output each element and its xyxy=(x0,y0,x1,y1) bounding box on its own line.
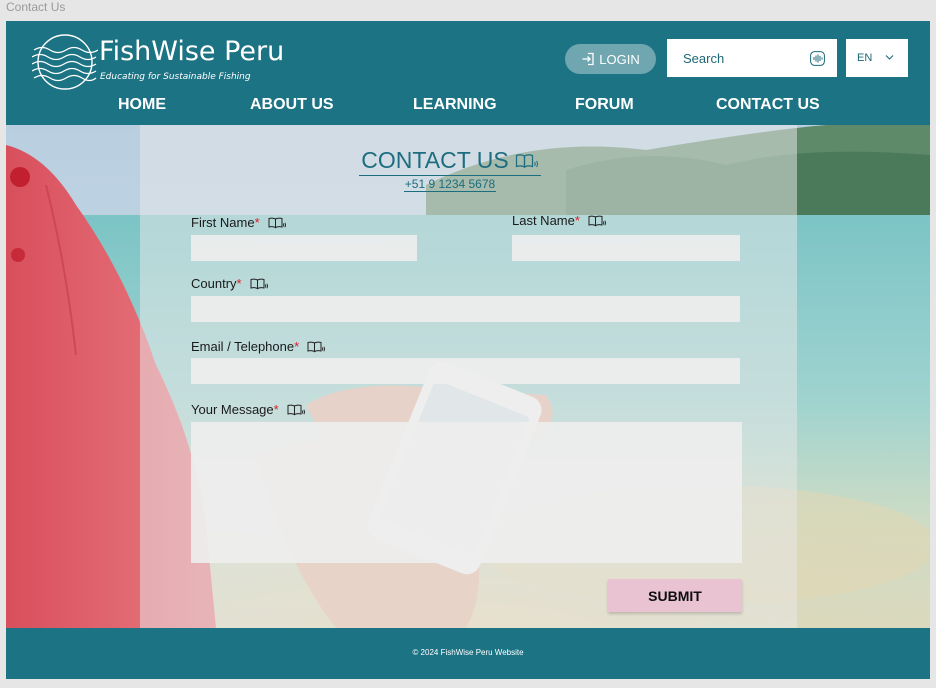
language-value: EN xyxy=(857,52,873,64)
login-icon xyxy=(582,52,594,66)
chevron-down-icon xyxy=(885,55,894,60)
language-select[interactable]: EN xyxy=(846,39,908,77)
main-nav: HOME ABOUT US LEARNING FORUM CONTACT US xyxy=(6,96,930,118)
first-name-label: First Name * xyxy=(191,215,287,230)
book-audio-icon[interactable] xyxy=(515,153,539,169)
page: FishWise Peru Educating for Sustainable … xyxy=(6,21,930,679)
contact-heading: CONTACT US xyxy=(140,147,760,176)
contact-form-panel: CONTACT US +51 9 1234 5678 First Name* xyxy=(140,125,797,628)
first-name-field[interactable] xyxy=(191,235,417,261)
voice-search-icon[interactable] xyxy=(810,51,825,66)
hero-section: CONTACT US +51 9 1234 5678 First Name* xyxy=(6,125,930,628)
email-telephone-field[interactable] xyxy=(191,358,740,384)
waves-logo-icon xyxy=(32,34,98,90)
nav-item-home[interactable]: HOME xyxy=(118,96,166,114)
last-name-label: Last Name * xyxy=(512,213,607,228)
country-label: Country * xyxy=(191,276,269,291)
login-button[interactable]: LOGIN xyxy=(565,44,656,74)
required-marker: * xyxy=(294,339,300,354)
required-marker: * xyxy=(254,215,260,230)
contact-phone-text: +51 9 1234 5678 xyxy=(403,177,497,192)
country-label-text: Country xyxy=(191,276,237,291)
last-name-label-text: Last Name xyxy=(512,213,575,228)
copyright-text: © 2024 FishWise Peru Website xyxy=(412,648,524,657)
submit-button[interactable]: SUBMIT xyxy=(608,579,742,612)
book-audio-icon[interactable] xyxy=(287,404,306,416)
nav-item-forum[interactable]: FORUM xyxy=(575,96,634,114)
search-input[interactable] xyxy=(681,49,799,67)
site-logo[interactable]: FishWise Peru Educating for Sustainable … xyxy=(32,33,292,93)
site-header: FishWise Peru Educating for Sustainable … xyxy=(6,21,930,125)
search-box xyxy=(667,39,837,77)
book-audio-icon[interactable] xyxy=(588,215,607,227)
book-audio-icon[interactable] xyxy=(268,217,287,229)
country-field[interactable] xyxy=(191,296,740,322)
last-name-field[interactable] xyxy=(512,235,740,261)
nav-item-contact-us[interactable]: CONTACT US xyxy=(716,96,820,114)
book-audio-icon[interactable] xyxy=(307,341,326,353)
contact-phone[interactable]: +51 9 1234 5678 xyxy=(140,177,760,192)
brand-name: FishWise Peru xyxy=(99,36,285,67)
required-marker: * xyxy=(574,213,580,228)
email-telephone-label-text: Email / Telephone xyxy=(191,339,295,354)
login-label: LOGIN xyxy=(599,51,640,67)
contact-heading-text: CONTACT US xyxy=(361,147,509,173)
first-name-label-text: First Name xyxy=(191,215,255,230)
required-marker: * xyxy=(236,276,242,291)
message-label: Your Message * xyxy=(191,402,306,417)
site-footer: © 2024 FishWise Peru Website xyxy=(6,628,930,679)
nav-item-learning[interactable]: LEARNING xyxy=(413,96,497,114)
nav-item-about-us[interactable]: ABOUT US xyxy=(250,96,334,114)
brand-tagline: Educating for Sustainable Fishing xyxy=(100,72,251,82)
book-audio-icon[interactable] xyxy=(250,278,269,290)
required-marker: * xyxy=(273,402,279,417)
message-label-text: Your Message xyxy=(191,402,274,417)
email-telephone-label: Email / Telephone * xyxy=(191,339,326,354)
frame-label: Contact Us xyxy=(6,0,66,14)
message-field[interactable] xyxy=(191,422,742,563)
